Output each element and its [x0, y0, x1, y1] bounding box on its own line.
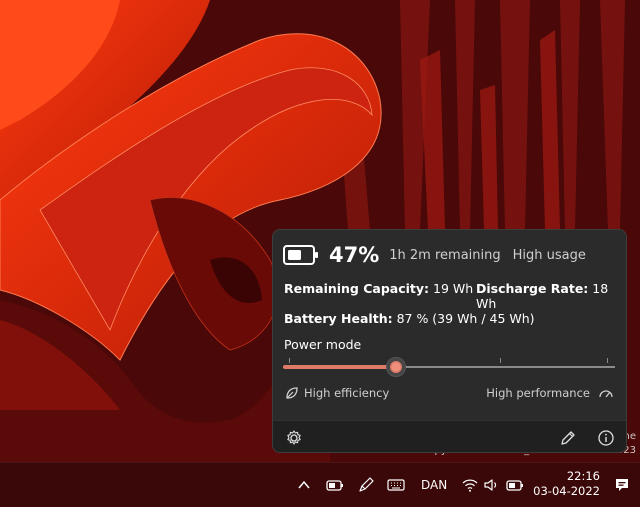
mode-high-performance: High performance — [486, 385, 614, 401]
battery-usage: High usage — [512, 247, 586, 263]
mode-high-efficiency: High efficiency — [284, 385, 389, 401]
power-mode-label: Power mode — [284, 337, 362, 352]
clock-date: 03-04-2022 — [533, 484, 600, 498]
keyboard-icon[interactable] — [387, 476, 405, 494]
language-indicator[interactable]: DAN — [421, 476, 447, 494]
system-clock[interactable]: 22:16 03-04-2022 — [533, 469, 600, 499]
slider-track-fill — [283, 365, 396, 369]
battery-flyout: 47% 1h 2m remaining High usage Remaining… — [272, 229, 627, 453]
volume-icon[interactable] — [483, 476, 501, 494]
discharge-rate-label: Discharge Rate: — [476, 281, 589, 296]
info-icon[interactable] — [597, 429, 615, 447]
battery-icon — [283, 245, 318, 265]
clock-time: 22:16 — [566, 469, 600, 483]
flyout-footer — [273, 420, 626, 452]
pencil-icon[interactable] — [559, 429, 577, 447]
notification-icon[interactable] — [614, 477, 630, 493]
leaf-icon — [286, 387, 298, 399]
battery-health-label: Battery Health: — [284, 311, 393, 326]
battery-health: Battery Health: 87 % (39 Wh / 45 Wh) — [284, 311, 535, 326]
speedometer-icon — [599, 390, 613, 398]
chevron-up-icon[interactable] — [297, 476, 311, 494]
battery-icon[interactable] — [326, 476, 344, 494]
battery-details: 47% 1h 2m remaining High usage Remaining… — [273, 230, 626, 420]
power-mode-slider[interactable] — [283, 355, 615, 379]
mode-high-performance-label: High performance — [486, 386, 590, 400]
slider-tick — [289, 358, 290, 363]
discharge-rate: Discharge Rate: 18 Wh — [476, 281, 626, 311]
pen-icon[interactable] — [357, 476, 375, 494]
remaining-capacity-label: Remaining Capacity: — [284, 281, 430, 296]
battery-icon[interactable] — [506, 476, 524, 494]
taskbar: DAN 22:16 03-04-2022 — [0, 462, 640, 507]
slider-tick — [607, 358, 608, 363]
slider-tick — [500, 358, 501, 363]
battery-percentage: 47% — [329, 243, 380, 267]
mode-high-efficiency-label: High efficiency — [304, 386, 390, 400]
battery-summary: 47% 1h 2m remaining High usage — [283, 242, 586, 268]
remaining-capacity-value: 19 Wh — [433, 281, 474, 296]
wifi-icon[interactable] — [461, 476, 479, 494]
slider-thumb[interactable] — [386, 357, 406, 377]
gear-icon[interactable] — [285, 429, 303, 447]
battery-time-remaining: 1h 2m remaining — [389, 247, 501, 263]
remaining-capacity: Remaining Capacity: 19 Wh — [284, 281, 473, 296]
battery-health-value: 87 % (39 Wh / 45 Wh) — [396, 311, 535, 326]
